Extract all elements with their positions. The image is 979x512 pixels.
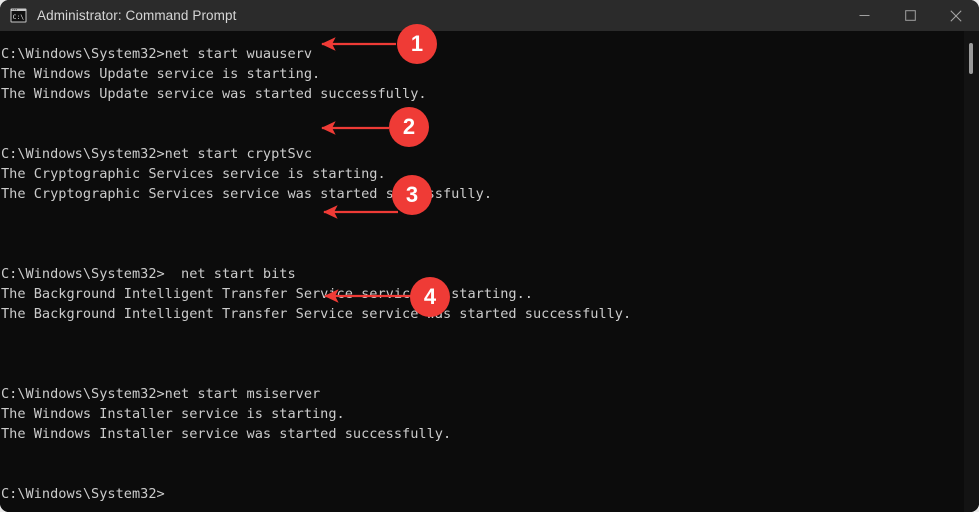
minimize-icon [859,15,869,16]
svg-text:C:\: C:\ [13,13,25,21]
maximize-button[interactable] [887,0,933,31]
maximize-icon [904,10,916,21]
command-prompt-icon: C:\ [10,8,27,23]
command-prompt-window: C:\ Administrator: Command Prompt C:\Win… [0,0,979,512]
close-button[interactable] [933,0,979,31]
console-text: C:\Windows\System32>net start wuauserv T… [1,46,632,502]
window-title: Administrator: Command Prompt [37,8,237,23]
close-icon [950,9,962,22]
screen: C:\ Administrator: Command Prompt C:\Win… [0,0,979,512]
scrollbar-thumb[interactable] [969,42,973,74]
vertical-scrollbar[interactable] [964,31,979,512]
title-bar[interactable]: C:\ Administrator: Command Prompt [0,0,979,31]
console-output-area[interactable]: C:\Windows\System32>net start wuauserv T… [0,31,979,512]
minimize-button[interactable] [841,0,887,31]
